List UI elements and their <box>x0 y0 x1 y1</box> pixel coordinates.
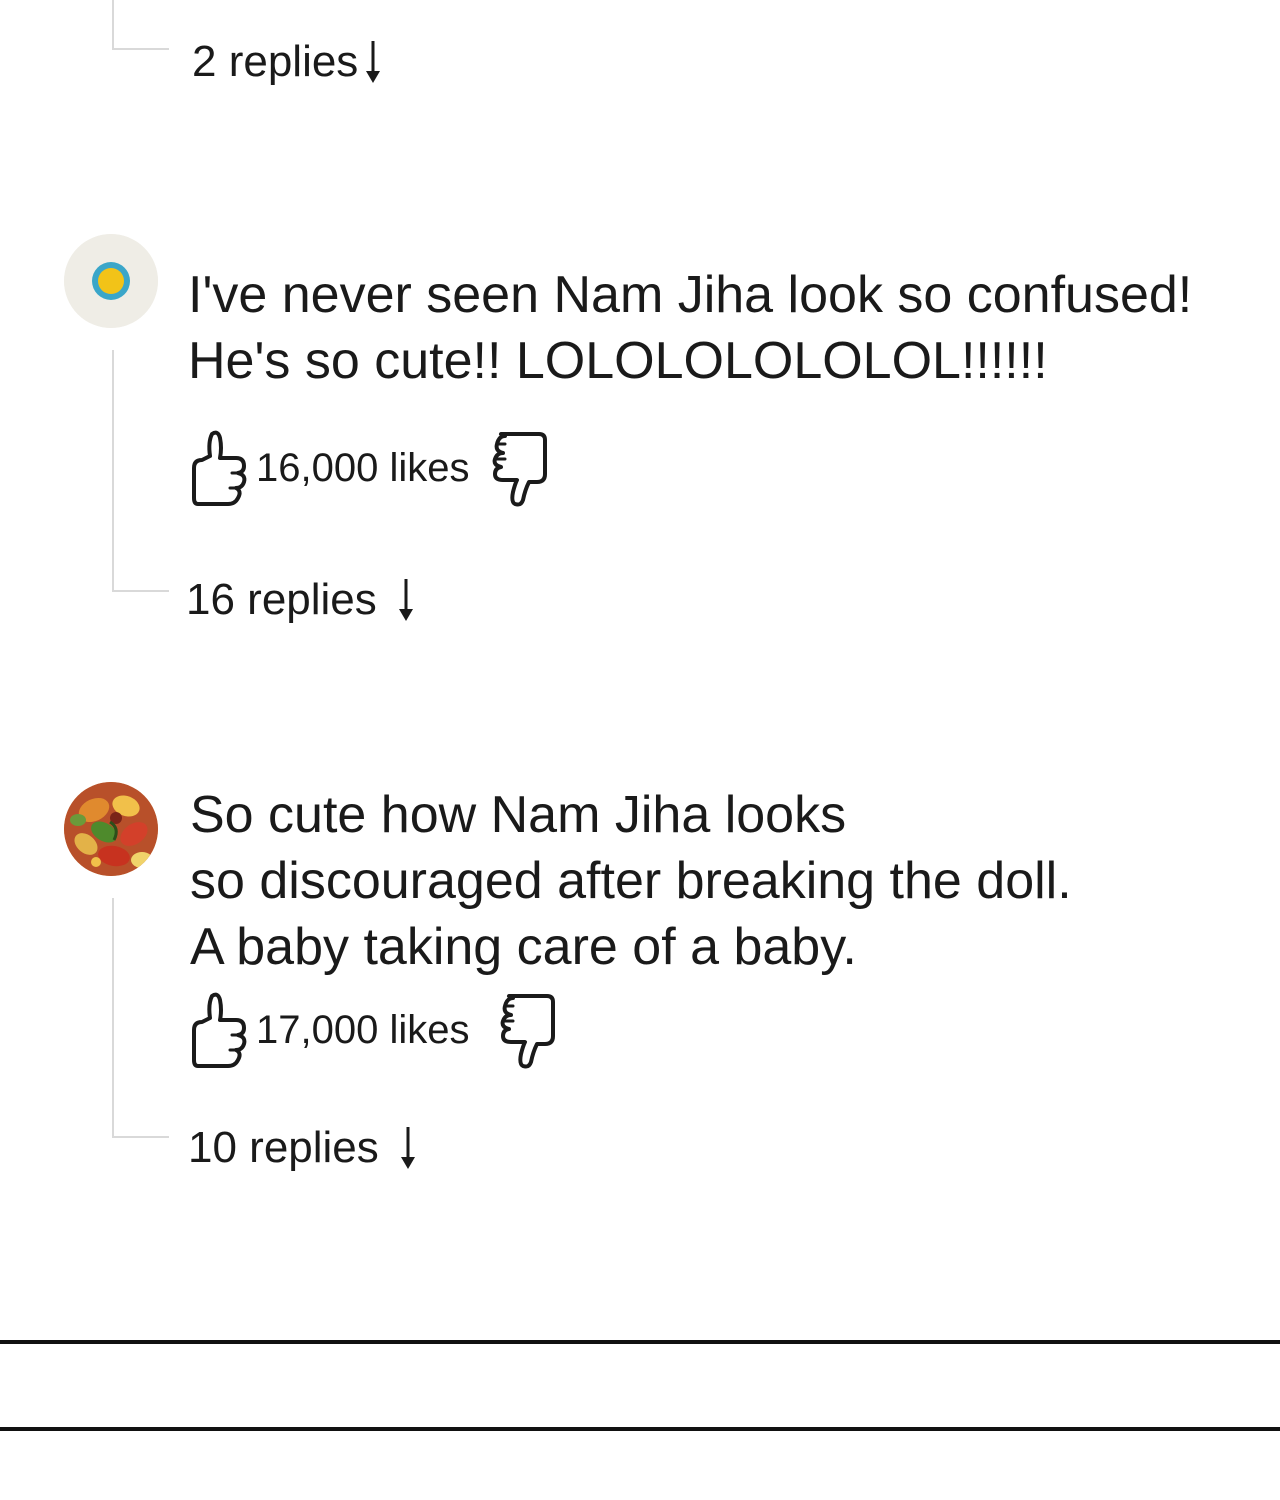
comment-line: He's so cute!! LOLOLOLOLOLOL!!!!!! <box>188 332 1048 390</box>
user-avatar[interactable] <box>64 234 158 328</box>
comment-line: So cute how Nam Jiha looks <box>190 786 847 844</box>
divider-line <box>0 1340 1280 1344</box>
thread-connector <box>112 0 169 50</box>
target-dot-avatar-icon <box>64 234 158 328</box>
comment-line: A baby taking care of a baby. <box>190 918 857 976</box>
comment-line: I've never seen Nam Jiha look so confuse… <box>188 266 1193 324</box>
like-count: 16,000 likes <box>256 446 470 490</box>
floral-pattern-avatar-icon <box>64 782 158 876</box>
arrow-down-icon <box>366 41 381 83</box>
thread-connector <box>112 898 169 1138</box>
thumbs-down-icon[interactable] <box>487 428 549 508</box>
user-avatar[interactable] <box>64 782 158 876</box>
thread-connector <box>112 350 169 592</box>
thumbs-down-icon[interactable] <box>430 0 470 14</box>
comment-actions: 17,000 likes <box>190 990 557 1070</box>
like-count: 17,000 likes <box>256 1008 470 1052</box>
arrow-down-icon <box>398 579 413 621</box>
divider-line <box>0 1427 1280 1431</box>
replies-toggle[interactable]: 10 replies <box>188 1120 419 1176</box>
replies-toggle[interactable]: 2 replies <box>192 34 384 90</box>
comment-line: so discouraged after breaking the doll. <box>190 852 1072 910</box>
comment-actions: 16,000 likes <box>190 428 549 508</box>
arrow-down-icon <box>400 1127 415 1169</box>
thumbs-down-icon[interactable] <box>495 990 557 1070</box>
replies-label: 16 replies <box>186 575 377 624</box>
replies-label: 10 replies <box>188 1123 379 1172</box>
thumbs-up-icon[interactable] <box>190 990 252 1070</box>
thumbs-up-icon[interactable] <box>190 428 252 508</box>
replies-label: 2 replies <box>192 37 359 86</box>
comment-text: I've never seen Nam Jiha look so confuse… <box>188 262 1192 394</box>
thumbs-up-icon[interactable] <box>190 0 252 12</box>
comment-text: So cute how Nam Jiha looks so discourage… <box>190 782 1072 980</box>
replies-toggle[interactable]: 16 replies <box>186 572 417 628</box>
